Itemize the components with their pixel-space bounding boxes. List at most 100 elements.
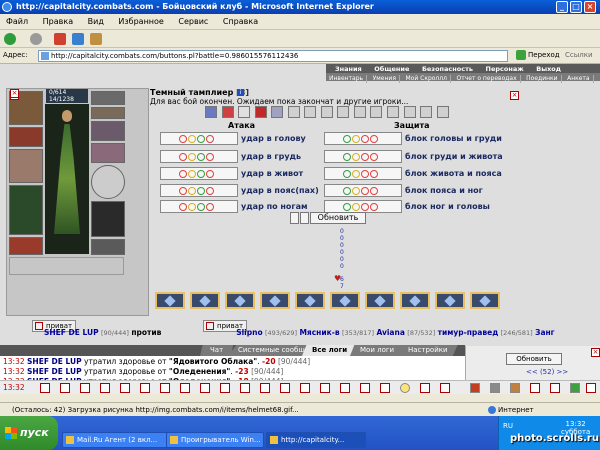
clear-icon[interactable] [280,383,290,393]
fighter-name[interactable]: Занг [535,328,555,337]
boots-slot[interactable] [91,239,125,255]
clear-icon[interactable] [140,383,150,393]
clear-icon[interactable] [420,383,430,393]
ring-slot[interactable] [91,121,125,141]
tab-all-logs[interactable]: Все логи [302,345,358,356]
fighter-name[interactable]: Мясник-в [299,328,339,337]
nav-fights[interactable]: Поединки [523,75,562,83]
skill-slot[interactable] [365,292,395,309]
defense-label-belly-belt[interactable]: блок живота и пояса [405,169,502,178]
attack-option-button[interactable] [160,150,238,163]
attack-label-legs[interactable]: удар по ногам [241,202,308,211]
clear-icon[interactable] [120,383,130,393]
clear-icon[interactable] [200,383,210,393]
fighter-name[interactable]: тимур-правед [438,328,499,337]
start-button[interactable]: пуск [0,416,58,450]
effect-icon[interactable] [271,106,284,118]
nav-skills[interactable]: Умения [370,75,400,83]
clear-icon[interactable] [160,383,170,393]
amulet-slot[interactable] [91,107,125,119]
effect-icon[interactable] [221,106,234,118]
skill-slot[interactable] [295,292,325,309]
menu-tools[interactable]: Сервис [172,14,214,30]
attack-option-button[interactable] [160,200,238,213]
chat-user[interactable]: SHEF DE LUP [27,357,82,366]
task-media-player[interactable]: Проигрыватель Win... [166,432,264,448]
pants-slot[interactable] [91,201,125,237]
smiley-icon[interactable] [400,383,410,393]
effect-icon[interactable] [420,106,433,118]
defense-option-button[interactable] [324,150,402,163]
defense-label-legs-head[interactable]: блок ног и головы [405,202,490,211]
skill-slot[interactable] [330,292,360,309]
links-label[interactable]: Ссылки [565,51,593,59]
clear-icon[interactable] [260,383,270,393]
character-avatar[interactable] [45,104,89,254]
effect-icon[interactable] [353,106,366,118]
clear-icon[interactable] [180,383,190,393]
menu-view[interactable]: Вид [82,14,110,30]
tab-chat[interactable]: Чат [200,345,234,356]
refresh-icon[interactable] [72,33,84,45]
go-button[interactable]: Переход [516,50,560,60]
shield-slot[interactable] [91,165,125,199]
close-icon[interactable]: × [591,348,600,357]
clear-icon[interactable] [220,383,230,393]
forward-icon[interactable] [30,33,42,45]
menu-edit[interactable]: Правка [37,14,79,30]
attack-option-button[interactable] [160,184,238,197]
effect-icon[interactable] [238,106,251,118]
clear-icon[interactable] [380,383,390,393]
clear-icon[interactable] [550,383,560,393]
clear-icon[interactable] [300,383,310,393]
skill-slot[interactable] [400,292,430,309]
action-icon[interactable] [510,383,520,393]
belt-slot[interactable] [9,237,43,255]
weapon-slot[interactable] [9,149,43,183]
attack-option-button[interactable] [160,132,238,145]
clear-icon[interactable] [40,383,50,393]
maximize-button[interactable]: □ [570,1,582,13]
defense-label-head-chest[interactable]: блок головы и груди [405,134,502,143]
defense-option-button[interactable] [324,184,402,197]
info-icon[interactable]: i [237,89,244,96]
close-button[interactable]: × [584,1,596,13]
nav-transfer-report[interactable]: Отчет о переводах [453,75,521,83]
defense-option-button[interactable] [324,167,402,180]
nav-my-scroll[interactable]: Мой Скроллл [402,75,451,83]
task-browser[interactable]: http://capitalcity... [266,432,366,448]
back-icon[interactable] [4,33,16,45]
skill-slot[interactable] [435,292,465,309]
chat-user[interactable]: SHEF DE LUP [27,367,82,376]
skill-slot[interactable] [155,292,185,309]
clear-icon[interactable] [240,383,250,393]
attack-label-chest[interactable]: удар в грудь [241,152,301,161]
address-input[interactable]: http://capitalcity.combats.com/buttons.p… [38,50,508,62]
effect-icon[interactable] [304,106,317,118]
clear-icon[interactable] [340,383,350,393]
defense-option-button[interactable] [324,132,402,145]
refresh-button[interactable]: Обновить [310,212,366,224]
task-mail-agent[interactable]: Mail.Ru Агент (2 вкл... [62,432,174,448]
minimize-button[interactable]: _ [556,1,568,13]
attack-label-head[interactable]: удар в голову [241,134,306,143]
tab-settings[interactable]: Настройки [398,345,458,356]
attack-label-groin[interactable]: удар в пояс(пах) [241,186,319,195]
effect-icon[interactable] [320,106,333,118]
effect-icon[interactable] [403,106,416,118]
effect-icon[interactable] [287,106,300,118]
armor-slot[interactable] [9,185,43,235]
small-toggle-button[interactable] [300,212,309,224]
defense-label-belt-legs[interactable]: блок пояса и ног [405,186,483,195]
skill-slot[interactable] [190,292,220,309]
language-indicator[interactable]: RU [503,422,513,430]
fighter-name[interactable]: Aviana [376,328,404,337]
menu-help[interactable]: Справка [217,14,264,30]
home-icon[interactable] [90,33,102,45]
effect-icon[interactable] [337,106,350,118]
clear-icon[interactable] [60,383,70,393]
effect-icon[interactable] [205,106,217,118]
effect-icon[interactable] [436,106,449,118]
fighter-name[interactable]: SHEF DE LUP [44,328,99,337]
defense-label-chest-belly[interactable]: блок груди и живота [405,152,503,161]
